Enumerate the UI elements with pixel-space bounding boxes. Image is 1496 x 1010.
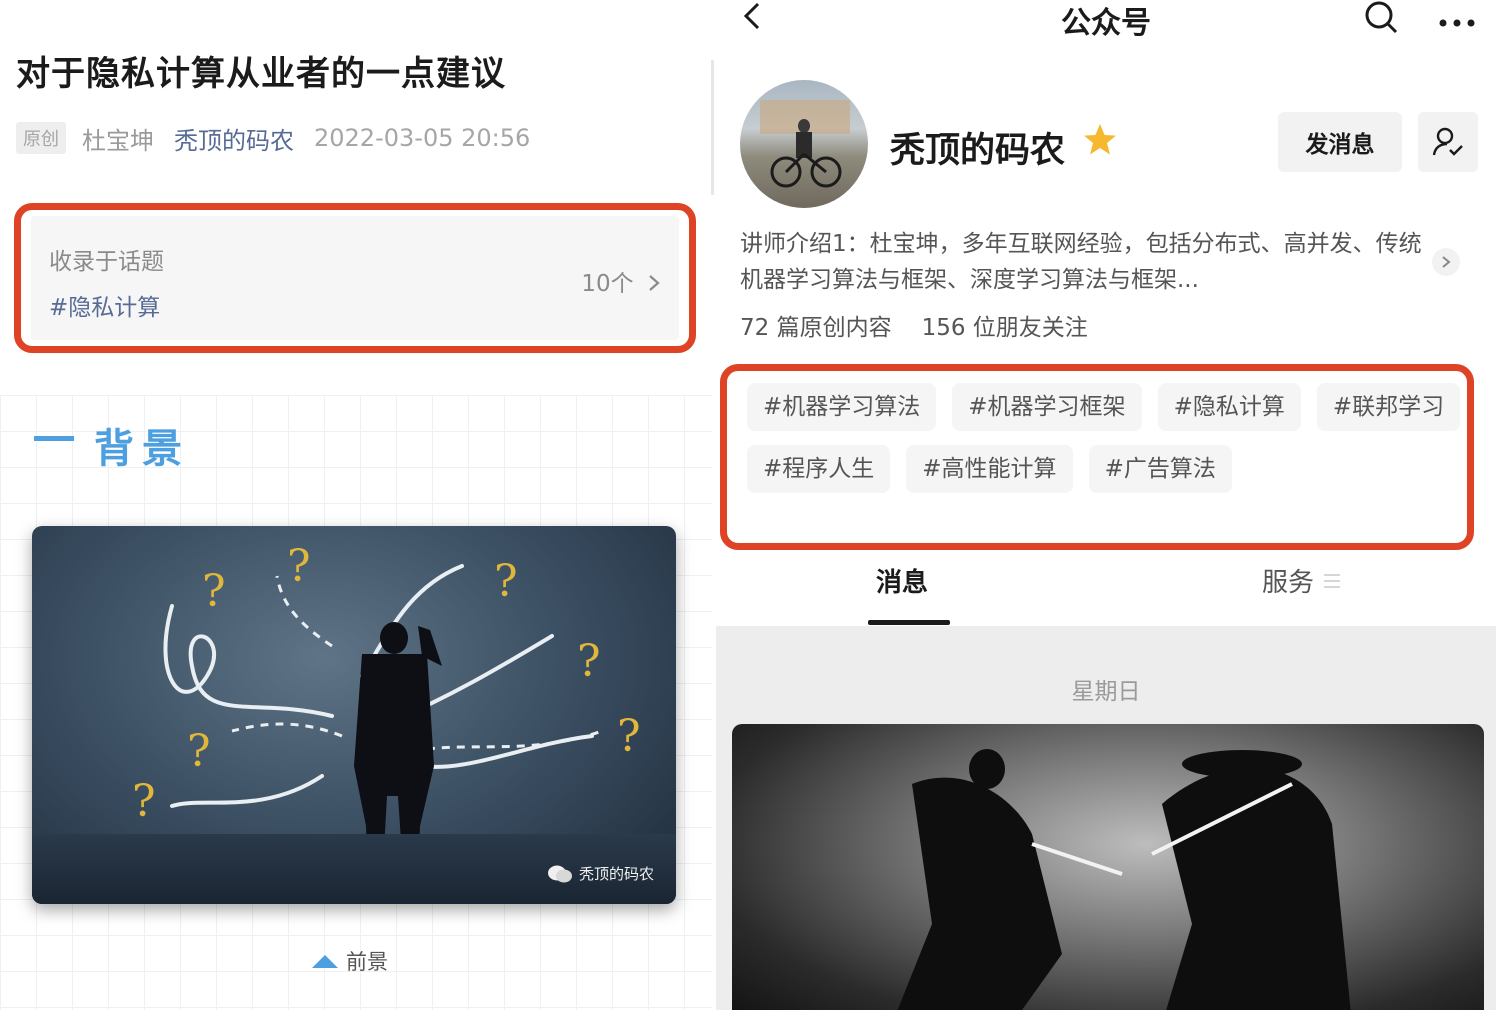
- section-title: 背景: [94, 426, 190, 472]
- svg-text:?: ?: [494, 556, 518, 607]
- active-tab-indicator: [868, 620, 950, 625]
- avatar[interactable]: [740, 80, 868, 208]
- intro-expand-button[interactable]: [1432, 248, 1460, 276]
- account-link[interactable]: 秃顶的码农: [174, 121, 294, 156]
- svg-text:?: ?: [617, 711, 641, 762]
- feed-date-label: 星期日: [1071, 679, 1141, 705]
- search-icon: [1365, 1, 1398, 34]
- topic-count[interactable]: 10个: [581, 264, 661, 298]
- follower-count: 156 位朋友关注: [921, 315, 1088, 341]
- article-hero-image: ? ? ? ? ? ? ? 秃顶的码农: [32, 526, 676, 904]
- topic-tags-list: #机器学习算法 #机器学习框架 #隐私计算 #联邦学习 #程序人生 #高性能计算…: [747, 383, 1467, 493]
- account-intro: 讲师介绍1：杜宝坤，多年互联网经验，包括分布式、高并发、传统机器学习算法与框架、…: [740, 231, 1422, 293]
- topic-highlight-box: 收录于话题 #隐私计算 10个: [14, 203, 696, 353]
- svg-text:?: ?: [202, 566, 226, 617]
- star-icon: [1082, 122, 1118, 162]
- topic-tag[interactable]: #联邦学习: [1316, 383, 1461, 431]
- publish-date: 2022-03-05 20:56: [314, 124, 531, 152]
- article-card-image[interactable]: [732, 724, 1484, 1010]
- chevron-right-icon: [649, 275, 660, 291]
- watermark-text: 秃顶的码农: [578, 865, 654, 883]
- article-title: 对于隐私计算从业者的一点建议: [16, 54, 506, 94]
- topic-tag-link[interactable]: #隐私计算: [49, 288, 160, 322]
- tags-highlight-box: #机器学习算法 #机器学习框架 #隐私计算 #联邦学习 #程序人生 #高性能计算…: [720, 364, 1474, 550]
- image-caption: 前景: [312, 946, 388, 976]
- topic-tag[interactable]: #程序人生: [747, 445, 891, 493]
- article-count: 72 篇原创内容: [740, 315, 892, 341]
- topic-tag[interactable]: #隐私计算: [1157, 383, 1301, 431]
- topic-heading: 收录于话题: [49, 249, 164, 275]
- account-stats: 72 篇原创内容 156 位朋友关注: [740, 308, 1088, 342]
- svg-text:?: ?: [577, 636, 601, 687]
- tab-messages[interactable]: 消息: [876, 562, 928, 599]
- card-illustration: [897, 749, 1351, 1010]
- topic-tag[interactable]: #机器学习框架: [952, 383, 1142, 431]
- image-watermark: 秃顶的码农: [547, 863, 654, 884]
- section-dash: [34, 436, 74, 441]
- user-follow-icon: [1432, 127, 1463, 156]
- caption-text: 前景: [346, 950, 388, 974]
- topic-tag[interactable]: #高性能计算: [906, 445, 1073, 493]
- more-button[interactable]: [1438, 10, 1476, 35]
- send-message-button[interactable]: 发消息: [1278, 112, 1402, 172]
- svg-text:?: ?: [287, 541, 311, 592]
- search-button[interactable]: [1362, 0, 1402, 40]
- menu-icon: [1324, 573, 1341, 588]
- article-pane: 对于隐私计算从业者的一点建议 原创 杜宝坤 秃顶的码农 2022-03-05 2…: [0, 0, 712, 1010]
- follow-button[interactable]: [1418, 112, 1478, 172]
- avatar-photo: [760, 100, 850, 188]
- topic-tag[interactable]: #广告算法: [1088, 445, 1232, 493]
- topic-count-label: 10个: [581, 271, 634, 297]
- more-dots-icon: [1439, 19, 1475, 27]
- article-meta: 原创 杜宝坤 秃顶的码农 2022-03-05 20:56: [16, 120, 530, 156]
- topic-collection-card[interactable]: 收录于话题 #隐私计算 10个: [31, 216, 679, 340]
- message-feed: 星期日: [716, 626, 1496, 1010]
- tab-services[interactable]: 服务: [1262, 562, 1341, 599]
- svg-text:?: ?: [132, 776, 156, 827]
- wechat-icon: [547, 865, 572, 882]
- account-profile-pane: 公众号 秃顶的码农 发消息 讲师介绍1：杜宝坤，多年互联网经验，包括分布式、高并…: [716, 0, 1496, 1010]
- caption-triangle-icon: [312, 954, 338, 968]
- original-badge: 原创: [16, 122, 66, 154]
- topic-tag[interactable]: #机器学习算法: [747, 383, 937, 431]
- tab-services-label: 服务: [1262, 568, 1315, 598]
- svg-text:?: ?: [187, 726, 211, 777]
- pane-divider: [711, 60, 714, 195]
- chevron-right-icon: [1442, 256, 1451, 268]
- author-name: 杜宝坤: [82, 126, 154, 155]
- account-name: 秃顶的码农: [890, 131, 1066, 171]
